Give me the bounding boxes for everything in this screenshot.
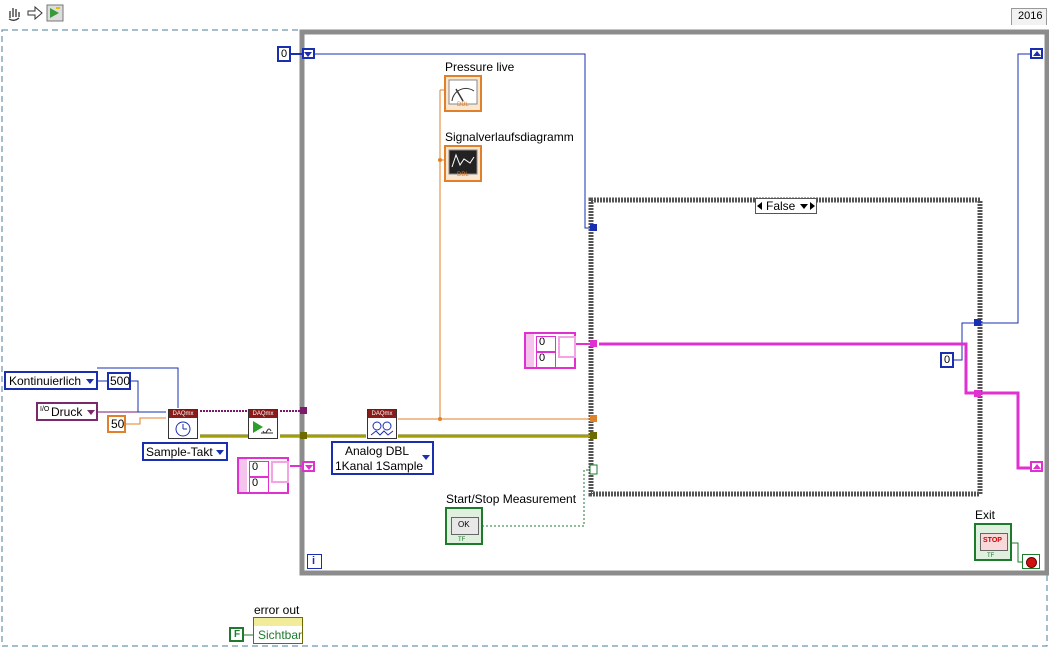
arrow-right-icon[interactable] xyxy=(26,4,44,22)
iteration-terminal: i xyxy=(307,554,322,569)
shift-register-array-left xyxy=(302,461,315,472)
sample-mode-ring[interactable]: Kontinuierlich xyxy=(4,371,98,390)
case-selector-dropdown-icon[interactable] xyxy=(800,204,808,209)
clock-icon xyxy=(175,421,191,437)
channel-dropdown-icon[interactable] xyxy=(87,410,95,415)
channel-io-icon: I/O xyxy=(40,406,50,413)
waveform-chart-label: Signalverlaufsdiagramm xyxy=(445,130,574,144)
shift-register-array-right xyxy=(1030,461,1043,472)
daqmx-start-node[interactable]: DAQmx xyxy=(248,409,278,439)
start-stop-button[interactable]: OK TF xyxy=(445,507,483,545)
case-selector-value: False xyxy=(766,199,796,213)
daqmx-read-node[interactable]: DAQmx xyxy=(367,409,397,439)
case-numeric-constant[interactable]: 0 xyxy=(940,352,954,368)
version-label: 2016 xyxy=(1018,10,1043,22)
pressure-live-label: Pressure live xyxy=(445,60,515,74)
samples-constant[interactable]: 500 xyxy=(107,372,131,390)
case-selector-right-arrow[interactable] xyxy=(810,202,815,210)
rate-constant[interactable]: 50 xyxy=(107,415,126,433)
timing-dropdown-icon[interactable] xyxy=(216,450,224,455)
array-constant-left[interactable]: 0 0 xyxy=(237,457,289,494)
shift-register-right xyxy=(1030,48,1043,59)
exit-label: Exit xyxy=(975,508,996,522)
run-arrow-icon[interactable] xyxy=(46,4,64,22)
false-constant[interactable]: F xyxy=(229,627,244,642)
pressure-live-gauge-indicator: DBL xyxy=(444,75,482,112)
stop-terminal xyxy=(1022,554,1040,569)
block-diagram: 2016 0 i Pressure live DBL Signalverlauf… xyxy=(0,0,1049,649)
version-tab: 2016 xyxy=(1011,8,1047,25)
case-structure-frame xyxy=(588,197,983,497)
waveform-chart-indicator: DBL xyxy=(444,145,482,182)
shift-register-left xyxy=(302,48,315,59)
error-out-label: error out xyxy=(254,603,300,617)
timing-polymorphic-selector[interactable]: Sample-Takt xyxy=(142,442,228,461)
sample-mode-dropdown-icon[interactable] xyxy=(86,379,94,384)
case-selector[interactable]: False xyxy=(755,198,817,214)
hand-icon[interactable] xyxy=(5,4,23,22)
case-selector-left-arrow[interactable] xyxy=(757,202,762,210)
array-constant-case[interactable]: 0 0 xyxy=(524,332,576,369)
play-icon xyxy=(253,421,273,434)
physical-channel-constant[interactable]: I/O Druck xyxy=(36,402,98,421)
exit-stop-button[interactable]: STOP TF xyxy=(974,523,1012,561)
daqmx-timing-node[interactable]: DAQmx xyxy=(168,409,198,439)
wires-layer xyxy=(1,29,1049,647)
read-polymorphic-selector[interactable]: Analog DBL 1Kanal 1Sample xyxy=(331,441,434,475)
glasses-icon xyxy=(370,421,394,436)
error-out-indicator: Sichtbar xyxy=(253,617,303,644)
shift-register-init-constant[interactable]: 0 xyxy=(277,46,291,62)
read-dropdown-icon[interactable] xyxy=(422,455,430,460)
start-stop-label: Start/Stop Measurement xyxy=(446,492,577,506)
